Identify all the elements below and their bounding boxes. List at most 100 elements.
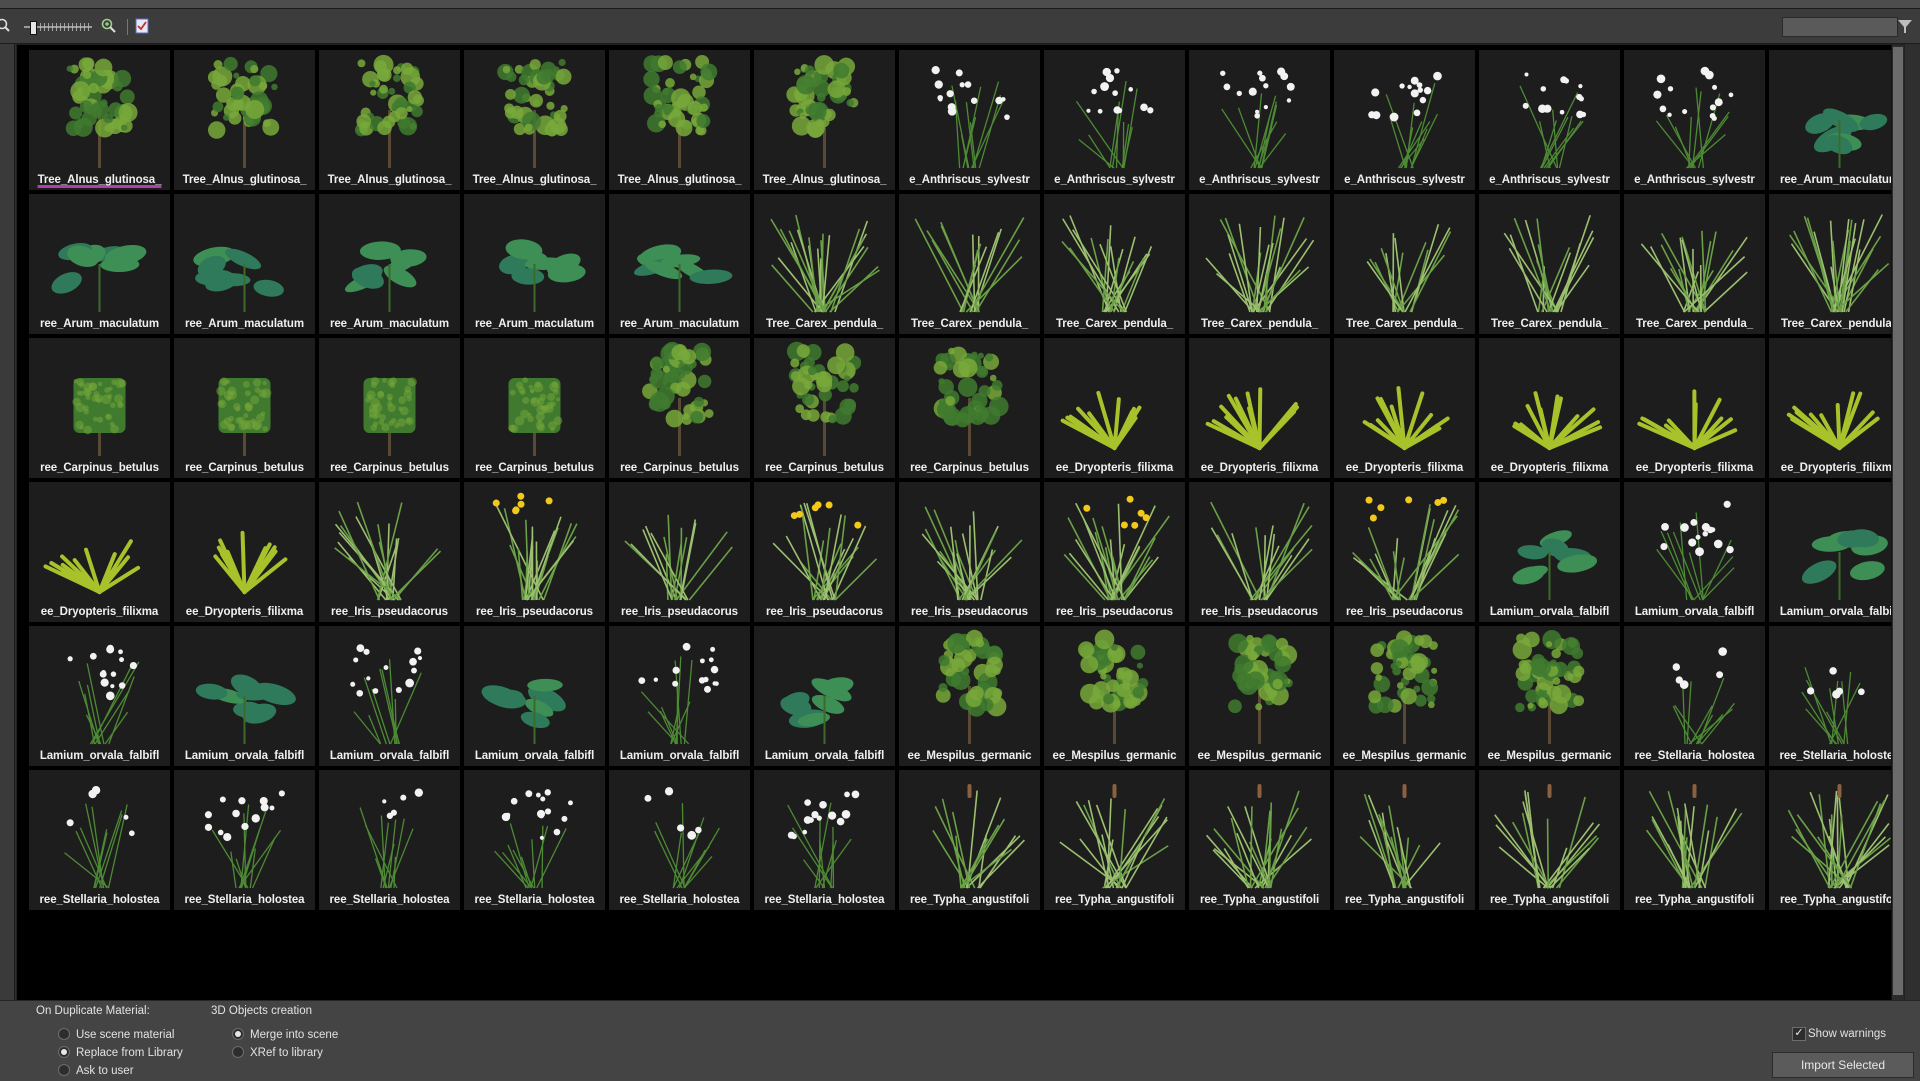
asset-tile[interactable]: ee_Mespilus_germanic: [1044, 626, 1185, 766]
asset-tile[interactable]: ree_Arum_maculatum: [1769, 50, 1905, 190]
asset-tile[interactable]: ree_Iris_pseudacorus: [319, 482, 460, 622]
zoom-in-icon[interactable]: [100, 17, 118, 35]
asset-tile[interactable]: Tree_Alnus_glutinosa_: [29, 50, 170, 190]
asset-tile[interactable]: ee_Mespilus_germanic: [1479, 626, 1620, 766]
zoom-out-icon[interactable]: [0, 17, 12, 35]
asset-tile[interactable]: Tree_Carex_pendula_: [1189, 194, 1330, 334]
asset-tile[interactable]: e_Anthriscus_sylvestr: [1479, 50, 1620, 190]
asset-tile[interactable]: ee_Dryopteris_filixma: [1769, 338, 1905, 478]
asset-tile[interactable]: ree_Carpinus_betulus: [29, 338, 170, 478]
asset-tile[interactable]: Lamium_orvala_falbifl: [319, 626, 460, 766]
asset-tile[interactable]: ree_Carpinus_betulus: [609, 338, 750, 478]
asset-tile[interactable]: ee_Mespilus_germanic: [1189, 626, 1330, 766]
asset-tile[interactable]: ree_Typha_angustifoli: [1624, 770, 1765, 910]
asset-tile[interactable]: ee_Mespilus_germanic: [899, 626, 1040, 766]
asset-tile[interactable]: e_Anthriscus_sylvestr: [1624, 50, 1765, 190]
asset-tile[interactable]: Tree_Carex_pendula_: [1624, 194, 1765, 334]
asset-tile[interactable]: Lamium_orvala_falbifl: [174, 626, 315, 766]
asset-tile[interactable]: ree_Iris_pseudacorus: [609, 482, 750, 622]
asset-tile[interactable]: ree_Iris_pseudacorus: [464, 482, 605, 622]
asset-tile[interactable]: Tree_Alnus_glutinosa_: [174, 50, 315, 190]
asset-tile[interactable]: Lamium_orvala_falbifl: [464, 626, 605, 766]
asset-tile[interactable]: ree_Arum_maculatum: [29, 194, 170, 334]
filter-icon[interactable]: [1896, 17, 1914, 35]
asset-tile[interactable]: ree_Iris_pseudacorus: [1334, 482, 1475, 622]
radio-merge-into-scene[interactable]: [231, 1027, 245, 1041]
asset-tile[interactable]: ree_Arum_maculatum: [464, 194, 605, 334]
asset-tile[interactable]: ree_Stellaria_holostea: [174, 770, 315, 910]
asset-tile[interactable]: e_Anthriscus_sylvestr: [899, 50, 1040, 190]
asset-tile[interactable]: ree_Carpinus_betulus: [174, 338, 315, 478]
asset-tile[interactable]: ree_Iris_pseudacorus: [1044, 482, 1185, 622]
radio-replace-from-library[interactable]: [57, 1045, 71, 1059]
asset-tile[interactable]: ree_Stellaria_holostea: [319, 770, 460, 910]
replace-from-library-label[interactable]: Replace from Library: [76, 1047, 183, 1059]
radio-xref-to-library[interactable]: [231, 1045, 245, 1059]
asset-tile[interactable]: Lamium_orvala_falbifl: [29, 626, 170, 766]
asset-tile[interactable]: ree_Carpinus_betulus: [464, 338, 605, 478]
asset-tile[interactable]: ree_Stellaria_holostea: [1624, 626, 1765, 766]
asset-tile[interactable]: ree_Stellaria_holostea: [1769, 626, 1905, 766]
asset-tile[interactable]: Tree_Carex_pendula_: [1334, 194, 1475, 334]
asset-tile[interactable]: Tree_Alnus_glutinosa_: [754, 50, 895, 190]
asset-tile[interactable]: ree_Arum_maculatum: [319, 194, 460, 334]
asset-tile[interactable]: ree_Stellaria_holostea: [754, 770, 895, 910]
asset-tile[interactable]: ree_Stellaria_holostea: [464, 770, 605, 910]
asset-tile[interactable]: ree_Arum_maculatum: [174, 194, 315, 334]
asset-tile[interactable]: Tree_Carex_pendula_: [899, 194, 1040, 334]
use-scene-material-label[interactable]: Use scene material: [76, 1029, 174, 1041]
asset-tile[interactable]: ree_Carpinus_betulus: [899, 338, 1040, 478]
asset-tile[interactable]: ree_Stellaria_holostea: [609, 770, 750, 910]
search-input[interactable]: [1782, 17, 1898, 37]
asset-tile[interactable]: Tree_Alnus_glutinosa_: [319, 50, 460, 190]
asset-tile[interactable]: e_Anthriscus_sylvestr: [1334, 50, 1475, 190]
asset-tile[interactable]: Tree_Alnus_glutinosa_: [464, 50, 605, 190]
asset-tile[interactable]: ree_Carpinus_betulus: [319, 338, 460, 478]
asset-tile[interactable]: Tree_Carex_pendula_: [1479, 194, 1620, 334]
asset-tile[interactable]: ree_Iris_pseudacorus: [1189, 482, 1330, 622]
asset-tile[interactable]: ree_Typha_angustifoli: [899, 770, 1040, 910]
asset-tile[interactable]: e_Anthriscus_sylvestr: [1044, 50, 1185, 190]
asset-tile[interactable]: Lamium_orvala_falbifl: [754, 626, 895, 766]
asset-tile[interactable]: Lamium_orvala_falbifl: [1769, 482, 1905, 622]
show-warnings-label[interactable]: Show warnings: [1808, 1028, 1886, 1040]
asset-tile[interactable]: Lamium_orvala_falbifl: [1479, 482, 1620, 622]
asset-tile[interactable]: ree_Arum_maculatum: [609, 194, 750, 334]
asset-tile[interactable]: ee_Mespilus_germanic: [1334, 626, 1475, 766]
radio-ask-to-user[interactable]: [57, 1063, 71, 1077]
zoom-slider-handle[interactable]: [30, 21, 37, 35]
asset-tile[interactable]: ree_Typha_angustifoli: [1044, 770, 1185, 910]
asset-tile[interactable]: ree_Iris_pseudacorus: [899, 482, 1040, 622]
asset-tile[interactable]: ee_Dryopteris_filixma: [1044, 338, 1185, 478]
checkbox-list-icon[interactable]: [133, 17, 151, 35]
ask-to-user-label[interactable]: Ask to user: [76, 1065, 134, 1077]
merge-into-scene-label[interactable]: Merge into scene: [250, 1029, 338, 1041]
asset-tile[interactable]: ree_Iris_pseudacorus: [754, 482, 895, 622]
asset-tile[interactable]: Tree_Carex_pendula_: [1044, 194, 1185, 334]
import-selected-button[interactable]: Import Selected: [1772, 1052, 1914, 1078]
asset-tile[interactable]: ee_Dryopteris_filixma: [1189, 338, 1330, 478]
asset-tile[interactable]: Tree_Carex_pendula_: [1769, 194, 1905, 334]
asset-tile[interactable]: ee_Dryopteris_filixma: [174, 482, 315, 622]
asset-tile[interactable]: ree_Stellaria_holostea: [29, 770, 170, 910]
asset-tile[interactable]: ree_Typha_angustifoli: [1334, 770, 1475, 910]
grid-scrollbar-thumb[interactable]: [1893, 47, 1903, 995]
zoom-slider[interactable]: [24, 23, 92, 31]
asset-tile[interactable]: ee_Dryopteris_filixma: [29, 482, 170, 622]
asset-tile[interactable]: ee_Dryopteris_filixma: [1624, 338, 1765, 478]
asset-tile[interactable]: ree_Typha_angustifoli: [1769, 770, 1905, 910]
asset-tile[interactable]: Lamium_orvala_falbifl: [1624, 482, 1765, 622]
asset-tile[interactable]: ree_Typha_angustifoli: [1479, 770, 1620, 910]
asset-tile[interactable]: Tree_Carex_pendula_: [754, 194, 895, 334]
asset-tile[interactable]: ee_Dryopteris_filixma: [1334, 338, 1475, 478]
xref-to-library-label[interactable]: XRef to library: [250, 1047, 323, 1059]
grid-scrollbar[interactable]: [1891, 45, 1904, 1000]
show-warnings-checkbox[interactable]: ✓: [1792, 1027, 1806, 1041]
asset-tile[interactable]: Lamium_orvala_falbifl: [609, 626, 750, 766]
asset-tile[interactable]: Tree_Alnus_glutinosa_: [609, 50, 750, 190]
radio-use-scene-material[interactable]: [57, 1027, 71, 1041]
asset-tile[interactable]: ree_Typha_angustifoli: [1189, 770, 1330, 910]
asset-tile[interactable]: ree_Carpinus_betulus: [754, 338, 895, 478]
asset-tile[interactable]: ee_Dryopteris_filixma: [1479, 338, 1620, 478]
asset-tile[interactable]: e_Anthriscus_sylvestr: [1189, 50, 1330, 190]
